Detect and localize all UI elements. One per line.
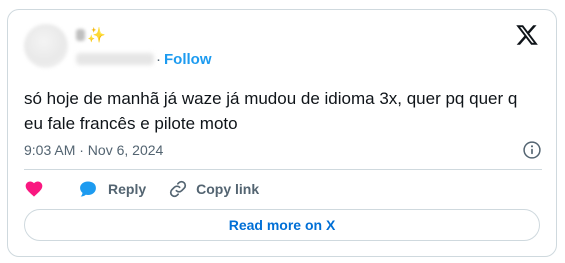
reply-label: Reply [108, 181, 147, 197]
info-icon[interactable] [522, 140, 542, 160]
tweet-timestamp[interactable]: 9:03 AM · Nov 6, 2024 [24, 142, 163, 158]
link-icon [168, 179, 196, 199]
like-button[interactable] [24, 179, 44, 199]
chat-bubble-icon [78, 179, 108, 199]
read-more-button[interactable]: Read more on X [24, 209, 540, 241]
author-handle-redacted[interactable] [76, 53, 154, 65]
copy-link-button[interactable]: Copy link [168, 179, 259, 199]
author-handle-row: · Follow [76, 50, 212, 68]
tweet-meta: 9:03 AM · Nov 6, 2024 [24, 139, 542, 161]
follow-button[interactable]: Follow [164, 51, 212, 68]
divider [24, 169, 542, 170]
tweet-text: só hoje de manhã já waze já mudou de idi… [24, 89, 518, 133]
handle-separator: · [156, 50, 161, 68]
avatar[interactable] [24, 24, 68, 68]
tweet-actions: Reply Copy link [24, 178, 281, 200]
heart-icon [24, 179, 44, 199]
tweet-card: ✨ · Follow só hoje de manhã já waze já m… [7, 9, 557, 257]
author-name[interactable]: ✨ [76, 24, 106, 46]
reply-button[interactable]: Reply [78, 179, 146, 199]
sparkle-emoji: ✨ [87, 26, 106, 44]
copy-link-label: Copy link [196, 181, 260, 197]
author-name-redacted [76, 29, 85, 41]
x-logo-icon[interactable] [514, 23, 540, 47]
